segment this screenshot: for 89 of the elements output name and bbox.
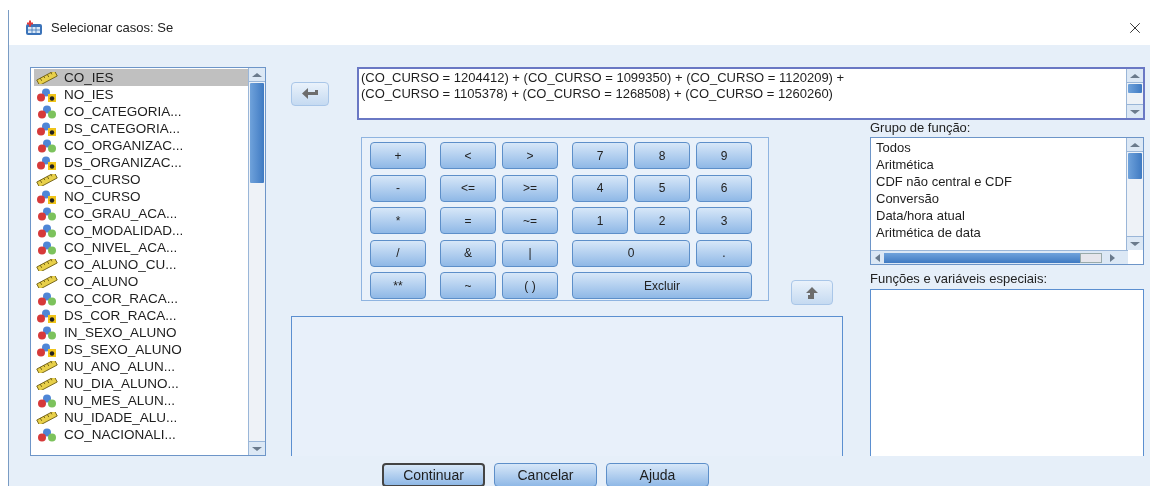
keypad-key[interactable]: | bbox=[502, 239, 558, 267]
keypad-key[interactable]: ** bbox=[370, 272, 426, 300]
keypad-key[interactable]: >= bbox=[502, 174, 558, 202]
string-variable-icon bbox=[36, 308, 58, 323]
move-up-arrow-button[interactable] bbox=[791, 280, 833, 305]
nominal-balls-icon bbox=[36, 104, 58, 119]
string-variable-icon bbox=[36, 121, 58, 136]
dialog-button[interactable]: Ajuda bbox=[606, 463, 709, 486]
special-functions-label: Funções e variáveis especiais: bbox=[870, 271, 1049, 287]
nominal-balls-icon bbox=[36, 325, 58, 340]
expression-field[interactable]: (CO_CURSO = 1204412) + (CO_CURSO = 1099350) + (CO_CURSO = 1120209) + (CO_CURSO = 1105378) + (CO_CURSO = 1268508) + (CO_CURSO = 1260260) bbox=[357, 67, 1145, 120]
function-group-item[interactable]: Aritmética de data bbox=[876, 224, 1126, 241]
keypad-key[interactable]: Excluir bbox=[572, 272, 752, 300]
keypad-key[interactable]: 5 bbox=[634, 174, 690, 202]
variable-item[interactable]: NU_DIA_ALUNO... bbox=[34, 375, 248, 392]
nominal-balls-icon bbox=[36, 240, 58, 255]
keypad-key[interactable]: ( ) bbox=[502, 272, 558, 300]
nominal-balls-icon bbox=[36, 393, 58, 408]
keypad-key[interactable]: 1 bbox=[572, 207, 628, 235]
keypad-key[interactable]: & bbox=[440, 239, 496, 267]
string-variable-icon bbox=[36, 342, 58, 357]
nominal-balls-icon bbox=[36, 223, 58, 238]
variable-item[interactable]: DS_COR_RACA... bbox=[34, 307, 248, 324]
nominal-balls-icon bbox=[36, 291, 58, 306]
function-group-item[interactable]: Todos bbox=[876, 139, 1126, 156]
variable-item[interactable]: CO_ALUNO bbox=[34, 273, 248, 290]
move-left-arrow-button[interactable] bbox=[291, 82, 329, 106]
arrow-left-icon bbox=[301, 88, 319, 100]
keypad-key[interactable]: - bbox=[370, 174, 426, 202]
string-variable-icon bbox=[36, 87, 58, 102]
keypad-key[interactable]: 0 bbox=[572, 239, 690, 267]
nominal-balls-icon bbox=[36, 206, 58, 221]
variable-item[interactable]: NO_CURSO bbox=[34, 188, 248, 205]
nominal-balls-icon bbox=[36, 138, 58, 153]
dialog-button[interactable]: Continuar bbox=[382, 463, 485, 486]
variable-item[interactable]: NU_IDADE_ALU... bbox=[34, 409, 248, 426]
keypad-key[interactable]: 2 bbox=[634, 207, 690, 235]
horizontal-scrollbar[interactable] bbox=[871, 250, 1128, 264]
variable-item[interactable]: CO_CATEGORIA... bbox=[34, 103, 248, 120]
keypad-key[interactable]: > bbox=[502, 142, 558, 169]
keypad-key[interactable]: <= bbox=[440, 174, 496, 202]
keypad-key[interactable]: 6 bbox=[696, 174, 752, 202]
variable-item[interactable]: NU_ANO_ALUN... bbox=[34, 358, 248, 375]
nominal-balls-icon bbox=[36, 427, 58, 442]
function-group-item[interactable]: CDF não central e CDF bbox=[876, 173, 1126, 190]
function-group-item[interactable]: Data/hora atual bbox=[876, 207, 1126, 224]
variable-item[interactable]: CO_GRAU_ACA... bbox=[34, 205, 248, 222]
keypad-key[interactable]: 4 bbox=[572, 174, 628, 202]
ruler-icon bbox=[36, 71, 58, 84]
spreadsheet-icon bbox=[25, 19, 43, 36]
variable-item[interactable]: IN_SEXO_ALUNO bbox=[34, 324, 248, 341]
variable-item[interactable]: CO_MODALIDAD... bbox=[34, 222, 248, 239]
function-group-item[interactable]: Conversão bbox=[876, 190, 1126, 207]
keypad-key[interactable]: 7 bbox=[572, 142, 628, 169]
keypad-key[interactable]: ~ bbox=[440, 272, 496, 300]
keypad-key[interactable]: + bbox=[370, 142, 426, 169]
keypad-key[interactable]: ~= bbox=[502, 207, 558, 235]
keypad-key[interactable]: / bbox=[370, 239, 426, 267]
window-title: Selecionar casos: Se bbox=[51, 18, 174, 37]
vertical-scrollbar[interactable] bbox=[1126, 138, 1143, 250]
variable-item[interactable]: CO_ORGANIZAC... bbox=[34, 137, 248, 154]
vertical-scrollbar[interactable] bbox=[1126, 69, 1143, 118]
keypad-key[interactable]: = bbox=[440, 207, 496, 235]
variable-item[interactable]: NU_MES_ALUN... bbox=[34, 392, 248, 409]
string-variable-icon bbox=[36, 189, 58, 204]
function-group-list[interactable]: Todos Aritmética CDF não central e CDF Conversão Data/hora atual Aritmética de data bbox=[870, 137, 1144, 265]
variable-item[interactable]: DS_SEXO_ALUNO bbox=[34, 341, 248, 358]
variable-list[interactable] bbox=[30, 67, 266, 456]
function-group-label: Grupo de função: bbox=[870, 120, 972, 136]
variable-item[interactable]: CO_CURSO bbox=[34, 171, 248, 188]
keypad-key[interactable]: . bbox=[696, 239, 752, 267]
variable-item[interactable]: CO_NACIONALI... bbox=[34, 426, 248, 443]
variable-item[interactable]: CO_NIVEL_ACA... bbox=[34, 239, 248, 256]
variable-item[interactable]: CO_ALUNO_CU... bbox=[34, 256, 248, 273]
dialog-button[interactable]: Cancelar bbox=[494, 463, 597, 486]
variable-item[interactable]: DS_CATEGORIA... bbox=[34, 120, 248, 137]
keypad-key[interactable]: 9 bbox=[696, 142, 752, 169]
keypad-key[interactable]: < bbox=[440, 142, 496, 169]
keypad-key[interactable]: 3 bbox=[696, 207, 752, 235]
keypad-key[interactable]: 8 bbox=[634, 142, 690, 169]
variable-item[interactable]: CO_COR_RACA... bbox=[34, 290, 248, 307]
variable-item[interactable]: NO_IES bbox=[34, 86, 248, 103]
keypad-key[interactable]: * bbox=[370, 207, 426, 235]
string-variable-icon bbox=[36, 155, 58, 170]
variable-item[interactable]: DS_ORGANIZAC... bbox=[34, 154, 248, 171]
variable-item[interactable]: CO_IES bbox=[34, 69, 248, 86]
arrow-up-icon bbox=[805, 286, 819, 299]
vertical-scrollbar[interactable] bbox=[248, 68, 265, 455]
function-group-item[interactable]: Aritmética bbox=[876, 156, 1126, 173]
